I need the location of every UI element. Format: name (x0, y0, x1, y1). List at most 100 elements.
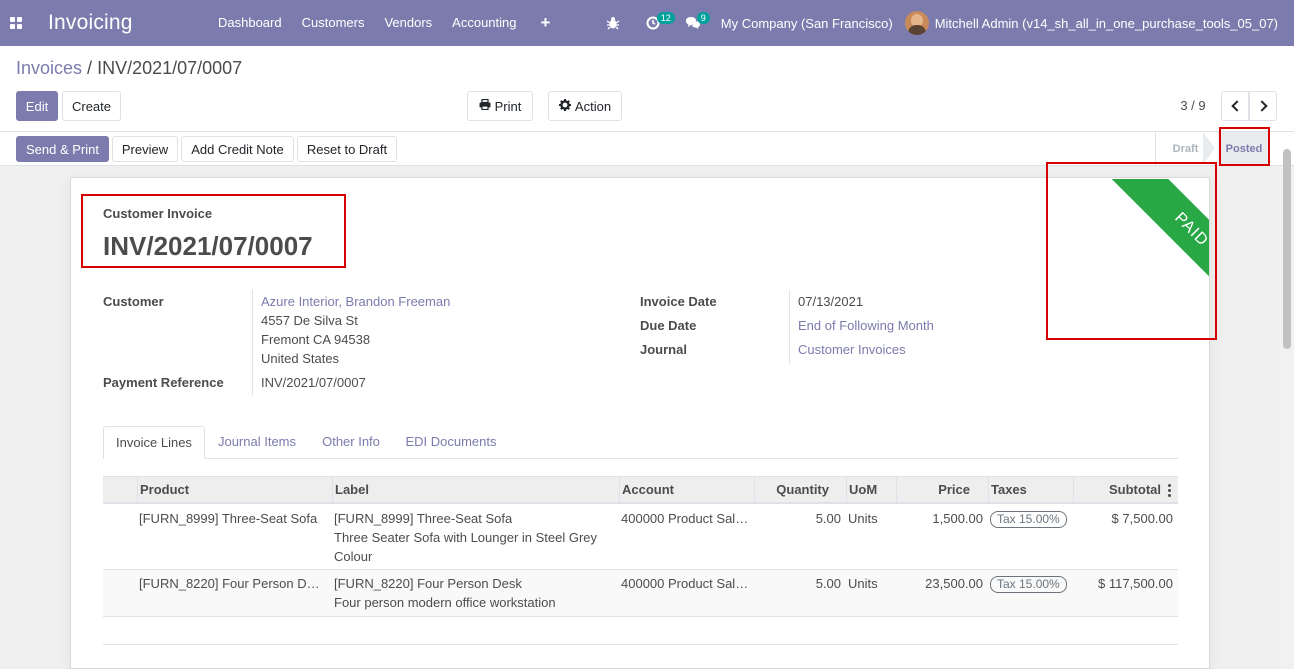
column-label[interactable]: Label (335, 477, 369, 503)
avatar (904, 11, 929, 35)
customer-link[interactable]: Azure Interior, Brandon Freeman (261, 294, 450, 309)
table-row[interactable]: [FURN_8220] Four Person D… [FURN_8220] F… (103, 570, 1178, 617)
breadcrumb-separator: / (82, 58, 98, 78)
company-switcher[interactable]: My Company (San Francisco) (713, 16, 905, 31)
user-name: Mitchell Admin (v14_sh_all_in_one_purcha… (934, 15, 1278, 31)
row-label-line: [FURN_8220] Four Person Desk (334, 576, 522, 591)
tab-journal-items[interactable]: Journal Items (207, 426, 307, 459)
row-product: [FURN_8220] Four Person D… (139, 576, 320, 591)
journal-label: Journal (640, 342, 687, 357)
column-separator (332, 477, 333, 503)
menu-customers[interactable]: Customers (292, 0, 375, 46)
main-menu: Dashboard Customers Vendors Accounting + (208, 0, 564, 46)
preview-button[interactable]: Preview (112, 136, 178, 162)
status-bar: Send & Print Preview Add Credit Note Res… (0, 131, 1294, 166)
print-label: Print (494, 98, 522, 114)
table-row[interactable]: [FURN_8999] Three-Seat Sofa [FURN_8999] … (103, 504, 1178, 570)
payment-reference-value: INV/2021/07/0007 (261, 375, 366, 390)
customer-address-line: United States (261, 351, 340, 366)
optional-columns-icon[interactable] (1168, 484, 1171, 497)
row-label-line: [FURN_8999] Three-Seat Sofa (334, 511, 513, 526)
user-menu[interactable]: Mitchell Admin (v14_sh_all_in_one_purcha… (904, 11, 1294, 35)
invoice-date-label: Invoice Date (640, 294, 717, 309)
send-and-print-button[interactable]: Send & Print (16, 136, 109, 162)
row-account: 400000 Product Sal… (621, 511, 749, 526)
add-credit-note-button[interactable]: Add Credit Note (181, 136, 294, 162)
chevron-right-icon (1255, 100, 1268, 112)
menu-vendors[interactable]: Vendors (374, 0, 442, 46)
customer-address-line: 4557 De Silva St (261, 313, 358, 328)
tax-badge: Tax 15.00% (990, 511, 1067, 528)
row-label-line: Four person modern office workstation (334, 595, 556, 610)
create-button[interactable]: Create (62, 91, 121, 121)
breadcrumb-current: INV/2021/07/0007 (97, 58, 243, 78)
notebook-tabs: Invoice Lines Journal Items Other Info E… (103, 426, 1178, 459)
printer-icon (479, 98, 491, 113)
menu-dashboard[interactable]: Dashboard (208, 0, 292, 46)
row-quantity: 5.00 (815, 511, 841, 526)
field-divider (789, 290, 790, 364)
print-button[interactable]: Print (467, 91, 533, 121)
action-label: Action (574, 98, 612, 114)
systray: 12 9 My Company (San Francisco) Mitchell… (593, 0, 1294, 46)
plus-icon[interactable]: + (527, 0, 565, 46)
apps-menu-icon[interactable] (0, 0, 32, 46)
column-product[interactable]: Product (140, 477, 189, 503)
messages-icon[interactable]: 9 (673, 0, 713, 46)
row-label-line: Colour (334, 549, 373, 564)
row-product: [FURN_8999] Three-Seat Sofa (139, 511, 318, 526)
message-count-badge: 9 (696, 12, 710, 24)
row-quantity: 5.00 (815, 576, 841, 591)
breadcrumb-invoices-link[interactable]: Invoices (16, 58, 82, 78)
chevron-left-icon (1230, 100, 1243, 112)
pager-previous-button[interactable] (1221, 91, 1249, 121)
tab-other-info[interactable]: Other Info (311, 426, 391, 459)
bug-icon[interactable] (593, 0, 633, 46)
scrollbar-thumb[interactable] (1283, 149, 1291, 349)
tax-badge: Tax 15.00% (990, 576, 1067, 593)
pager-value[interactable]: 3 / 9 (1170, 98, 1216, 113)
customer-address-line: Fremont CA 94538 (261, 332, 371, 347)
row-price: 23,500.00 (925, 576, 983, 591)
column-separator (619, 477, 620, 503)
due-date-link[interactable]: End of Following Month (798, 318, 934, 333)
pager-next-button[interactable] (1249, 91, 1277, 121)
reset-to-draft-button[interactable]: Reset to Draft (297, 136, 397, 162)
app-title[interactable]: Invoicing (32, 11, 208, 35)
row-uom: Units (848, 511, 878, 526)
row-uom: Units (848, 576, 878, 591)
action-button[interactable]: Action (548, 91, 622, 121)
row-subtotal: $ 117,500.00 (1098, 576, 1173, 591)
due-date-label: Due Date (640, 318, 697, 333)
column-account[interactable]: Account (622, 477, 674, 503)
column-separator (846, 477, 847, 503)
breadcrumb: Invoices / INV/2021/07/0007 (16, 58, 242, 79)
journal-link[interactable]: Customer Invoices (798, 342, 906, 357)
gear-icon (558, 98, 571, 114)
highlight-box-posted-stage (1219, 127, 1270, 166)
column-uom[interactable]: UoM (849, 477, 877, 503)
menu-accounting[interactable]: Accounting (442, 0, 526, 46)
row-account: 400000 Product Sal… (621, 576, 749, 591)
highlight-box-paid-ribbon (1046, 162, 1217, 340)
column-taxes[interactable]: Taxes (991, 477, 1027, 503)
stage-arrow (1203, 132, 1215, 165)
highlight-box-invoice-title (81, 194, 346, 268)
column-subtotal[interactable]: Subtotal (1074, 477, 1161, 503)
top-navbar: Invoicing Dashboard Customers Vendors Ac… (0, 0, 1294, 46)
column-quantity[interactable]: Quantity (755, 477, 829, 503)
payment-reference-label: Payment Reference (103, 375, 224, 390)
empty-table-row (103, 618, 1178, 645)
tab-edi-documents[interactable]: EDI Documents (395, 426, 507, 459)
column-price[interactable]: Price (897, 477, 970, 503)
row-subtotal: $ 7,500.00 (1111, 511, 1173, 526)
column-separator (988, 477, 989, 503)
invoice-lines-header: Product Label Account Quantity UoM Price… (103, 476, 1178, 504)
tab-invoice-lines[interactable]: Invoice Lines (103, 426, 205, 459)
edit-button[interactable]: Edit (16, 91, 58, 121)
invoice-date-value: 07/13/2021 (798, 294, 864, 309)
field-divider (252, 290, 253, 396)
column-separator (137, 477, 138, 503)
activity-clock-icon[interactable]: 12 (633, 0, 675, 46)
customer-label: Customer (103, 294, 164, 309)
